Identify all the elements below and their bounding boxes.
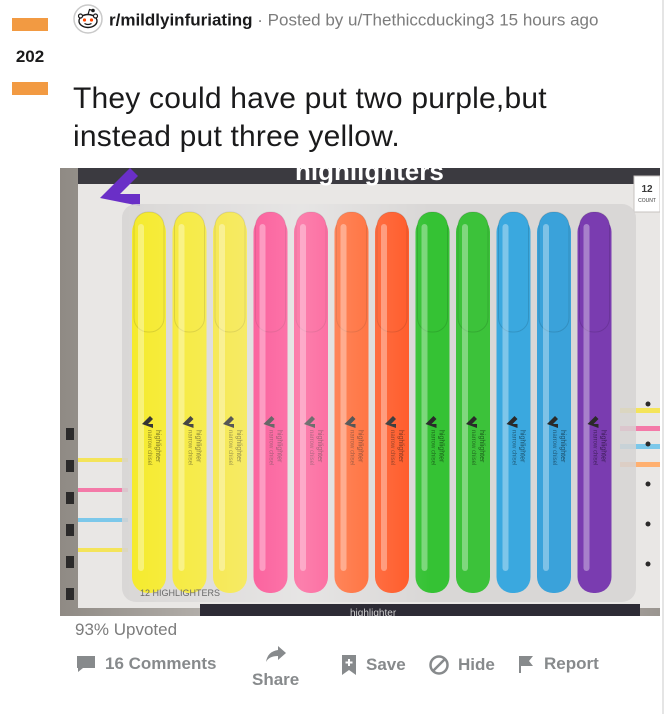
- post-image[interactable]: highlighters 12 COUNT highlighternar: [60, 168, 660, 616]
- hide-button[interactable]: Hide: [428, 654, 495, 676]
- report-label: Report: [544, 654, 599, 673]
- vote-column: 202: [0, 0, 60, 110]
- package-count-unit: COUNT: [638, 198, 656, 204]
- bookmark-plus-icon: [342, 655, 356, 675]
- share-icon: [265, 646, 286, 662]
- package-count: 12: [641, 184, 653, 195]
- downvote-button[interactable]: [12, 82, 48, 95]
- upvote-button[interactable]: [12, 18, 48, 31]
- subreddit-link[interactable]: r/mildlyinfuriating: [109, 10, 253, 29]
- post-meta: r/mildlyinfuriating · Posted by u/Thethi…: [73, 4, 653, 36]
- comment-icon: [77, 656, 95, 672]
- hide-icon: [429, 655, 449, 675]
- comments-button[interactable]: 16 Comments: [75, 654, 216, 674]
- share-button[interactable]: Share: [252, 644, 299, 690]
- posted-by: Posted by u/Thethiccducking3 15 hours ag…: [267, 10, 599, 30]
- flag-icon: [519, 656, 533, 673]
- save-button[interactable]: Save: [340, 654, 406, 676]
- package-header-text: highlighters: [295, 168, 444, 186]
- meta-separator: ·: [252, 10, 268, 30]
- subreddit-icon[interactable]: [73, 4, 103, 34]
- hide-label: Hide: [458, 655, 495, 674]
- report-button[interactable]: Report: [516, 654, 599, 674]
- vote-score: 202: [15, 47, 45, 66]
- highlighters-photo: highlighters 12 COUNT highlighternar: [60, 168, 660, 616]
- comments-label: 16 Comments: [105, 654, 217, 673]
- package-bottom-text: highlighter: [350, 608, 397, 616]
- post-title[interactable]: They could have put two purple,but inste…: [73, 80, 653, 156]
- upvoted-percent: 93% Upvoted: [75, 620, 178, 639]
- share-label: Share: [252, 670, 300, 689]
- save-label: Save: [366, 655, 406, 674]
- post-actions: 16 Comments Share Save Hide Report: [0, 640, 664, 710]
- package-label: 12 HIGHLIGHTERS: [140, 588, 220, 598]
